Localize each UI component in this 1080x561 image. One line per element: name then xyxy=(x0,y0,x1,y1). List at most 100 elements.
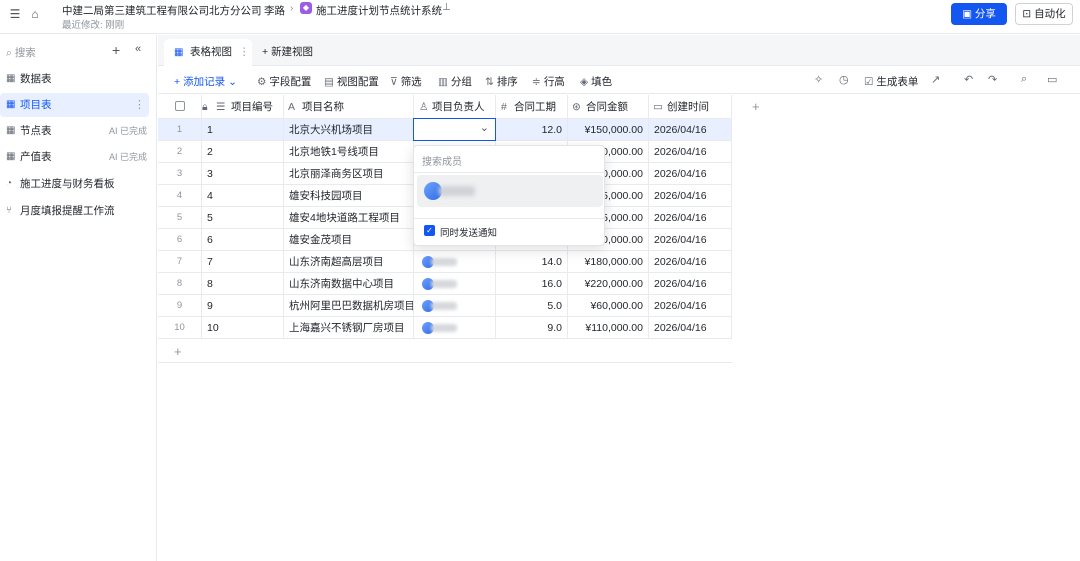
breadcrumb-org[interactable]: 中建二局第三建筑工程有限公司北方分公司 xyxy=(62,3,262,18)
redo-icon[interactable]: ↷ xyxy=(988,73,997,86)
member-option[interactable] xyxy=(417,175,603,207)
contract-amount-cell[interactable]: ¥150,000.00 xyxy=(568,119,649,141)
project-name-cell[interactable]: 北京地铁1号线项目 xyxy=(284,141,414,163)
search-records-icon[interactable]: ⌕ xyxy=(1021,73,1027,86)
project-id-cell[interactable]: 9 xyxy=(202,295,284,317)
notify-checkbox[interactable]: ✓ xyxy=(424,225,435,236)
created-time-cell[interactable]: 2026/04/16 xyxy=(649,317,732,339)
collapse-sidebar-icon[interactable]: « xyxy=(135,43,141,55)
table-row[interactable]: 10 10 上海嘉兴不锈钢厂房项目 9.0 ¥110,000.00 2026/04/16 xyxy=(158,317,732,339)
generate-form-button[interactable]: ☑ 生成表单 xyxy=(864,74,918,89)
share-button[interactable]: ▣ 分享 xyxy=(951,3,1007,25)
new-view-button[interactable]: + 新建视图 xyxy=(262,39,313,66)
project-id-cell[interactable]: 7 xyxy=(202,251,284,273)
project-id-cell[interactable]: 4 xyxy=(202,185,284,207)
chevron-down-icon[interactable]: ⌄ xyxy=(480,121,489,134)
member-search-input[interactable]: 搜索成员 xyxy=(422,153,462,168)
row-height-button[interactable]: ≑ 行高 xyxy=(532,74,565,89)
project-name-cell[interactable]: 北京丽泽商务区项目 xyxy=(284,163,414,185)
sidebar-item-output-table[interactable]: ▦ 产值表 AI 已完成 xyxy=(0,145,149,169)
project-id-cell[interactable]: 1 xyxy=(202,119,284,141)
more-icon[interactable]: ⋮ xyxy=(239,39,250,66)
column-header-project-owner[interactable]: ♙ 项目负责人 xyxy=(414,95,496,119)
project-name-cell[interactable]: 雄安金茂项目 xyxy=(284,229,414,251)
breadcrumb-app[interactable]: 施工进度计划节点统计系统 xyxy=(316,3,442,18)
column-header-created-time[interactable]: ▭ 创建时间 xyxy=(649,95,732,119)
add-column-icon[interactable]: + xyxy=(752,99,760,114)
table-row[interactable]: 7 7 山东济南超高层项目 14.0 ¥180,000.00 2026/04/16 xyxy=(158,251,732,273)
tab-grid-view[interactable]: ▦ 表格视图 ⋮ xyxy=(164,39,252,66)
more-icon[interactable]: ⋮ xyxy=(134,93,145,117)
project-id-cell[interactable]: 3 xyxy=(202,163,284,185)
table-row[interactable]: 9 9 杭州阿里巴巴数据机房项目 5.0 ¥60,000.00 2026/04/16 xyxy=(158,295,732,317)
breadcrumb-user[interactable]: 李路 xyxy=(264,3,285,18)
select-all-checkbox[interactable] xyxy=(175,101,185,111)
created-time-cell[interactable]: 2026/04/16 xyxy=(649,207,732,229)
contract-amount-cell[interactable]: ¥110,000.00 xyxy=(568,317,649,339)
project-name-cell[interactable]: 山东济南超高层项目 xyxy=(284,251,414,273)
project-name-cell[interactable]: 北京大兴机场项目 xyxy=(284,119,414,141)
contract-amount-cell[interactable]: ¥60,000.00 xyxy=(568,295,649,317)
sidebar-item-node-table[interactable]: ▦ 节点表 AI 已完成 xyxy=(0,119,149,143)
pin-icon[interactable]: ⊥ xyxy=(442,2,451,13)
project-id-cell[interactable]: 2 xyxy=(202,141,284,163)
project-name-cell[interactable]: 雄安科技园项目 xyxy=(284,185,414,207)
filter-button[interactable]: ⊽ 筛选 xyxy=(390,74,422,89)
column-header-project-name[interactable]: A 项目名称 xyxy=(284,95,414,119)
created-time-cell[interactable]: 2026/04/16 xyxy=(649,229,732,251)
table-row[interactable]: 8 8 山东济南数据中心项目 16.0 ¥220,000.00 2026/04/16 xyxy=(158,273,732,295)
add-record-button[interactable]: + 添加记录 ⌄ xyxy=(174,74,237,89)
ai-sparkle-icon[interactable]: ✧ xyxy=(814,73,823,86)
add-row-button[interactable]: + xyxy=(158,341,732,363)
contract-period-cell[interactable]: 9.0 xyxy=(496,317,568,339)
project-id-cell[interactable]: 6 xyxy=(202,229,284,251)
project-owner-cell[interactable] xyxy=(414,273,496,295)
select-all-header[interactable] xyxy=(158,95,202,119)
sidebar-search[interactable]: ⌕ 搜索 xyxy=(6,45,36,60)
project-id-cell[interactable]: 10 xyxy=(202,317,284,339)
project-owner-cell[interactable] xyxy=(414,317,496,339)
created-time-cell[interactable]: 2026/04/16 xyxy=(649,295,732,317)
group-button[interactable]: ▥ 分组 xyxy=(438,74,472,89)
project-name-cell[interactable]: 山东济南数据中心项目 xyxy=(284,273,414,295)
contract-period-cell[interactable]: 5.0 xyxy=(496,295,568,317)
history-icon[interactable]: ◷ xyxy=(839,73,849,86)
sidebar-item-dashboard[interactable]: ◔ 施工进度与财务看板 xyxy=(0,172,149,196)
contract-period-cell[interactable]: 14.0 xyxy=(496,251,568,273)
project-name-cell[interactable]: 雄安4地块道路工程项目 xyxy=(284,207,414,229)
sidebar-toggle-icon[interactable]: ☰ xyxy=(8,7,22,21)
project-owner-cell[interactable] xyxy=(414,295,496,317)
created-time-cell[interactable]: 2026/04/16 xyxy=(649,185,732,207)
created-time-cell[interactable]: 2026/04/16 xyxy=(649,273,732,295)
home-icon[interactable]: ⌂ xyxy=(28,7,42,21)
project-owner-cell[interactable] xyxy=(414,251,496,273)
project-name-cell[interactable]: 杭州阿里巴巴数据机房项目 xyxy=(284,295,414,317)
project-id-cell[interactable]: 8 xyxy=(202,273,284,295)
contract-period-cell[interactable]: 16.0 xyxy=(496,273,568,295)
created-time-cell[interactable]: 2026/04/16 xyxy=(649,163,732,185)
automation-button[interactable]: ⊡ 自动化 xyxy=(1015,3,1073,25)
project-name-cell[interactable]: 上海嘉兴不锈钢厂房项目 xyxy=(284,317,414,339)
sidebar-item-project-table[interactable]: ▦ 项目表 ⋮ xyxy=(0,93,149,117)
contract-period-cell[interactable]: 12.0 xyxy=(496,119,568,141)
contract-amount-cell[interactable]: ¥180,000.00 xyxy=(568,251,649,273)
column-header-contract-period[interactable]: # 合同工期 xyxy=(496,95,568,119)
project-id-cell[interactable]: 5 xyxy=(202,207,284,229)
add-table-icon[interactable]: + xyxy=(112,42,120,58)
created-time-cell[interactable]: 2026/04/16 xyxy=(649,141,732,163)
created-time-cell[interactable]: 2026/04/16 xyxy=(649,119,732,141)
fill-color-button[interactable]: ◈ 填色 xyxy=(580,74,612,89)
undo-icon[interactable]: ↶ xyxy=(964,73,973,86)
created-time-cell[interactable]: 2026/04/16 xyxy=(649,251,732,273)
sort-button[interactable]: ⇅ 排序 xyxy=(485,74,518,89)
contract-amount-cell[interactable]: ¥220,000.00 xyxy=(568,273,649,295)
sidebar-item-data-table[interactable]: ▦ 数据表 xyxy=(0,67,149,91)
column-header-project-id[interactable]: 🔒︎ ☰ 项目编号 xyxy=(202,95,284,119)
comment-icon[interactable]: ▭ xyxy=(1047,73,1057,86)
column-header-contract-amount[interactable]: ⊛ 合同金额 xyxy=(568,95,649,119)
field-config-button[interactable]: ⚙ 字段配置 xyxy=(257,74,311,89)
share-view-icon[interactable]: ↗ xyxy=(931,73,940,86)
owner-cell-editor[interactable]: ⌄ xyxy=(413,118,496,141)
view-config-button[interactable]: ▤ 视图配置 xyxy=(324,74,379,89)
sidebar-item-workflow[interactable]: ⑂ 月度填报提醒工作流 xyxy=(0,199,149,223)
